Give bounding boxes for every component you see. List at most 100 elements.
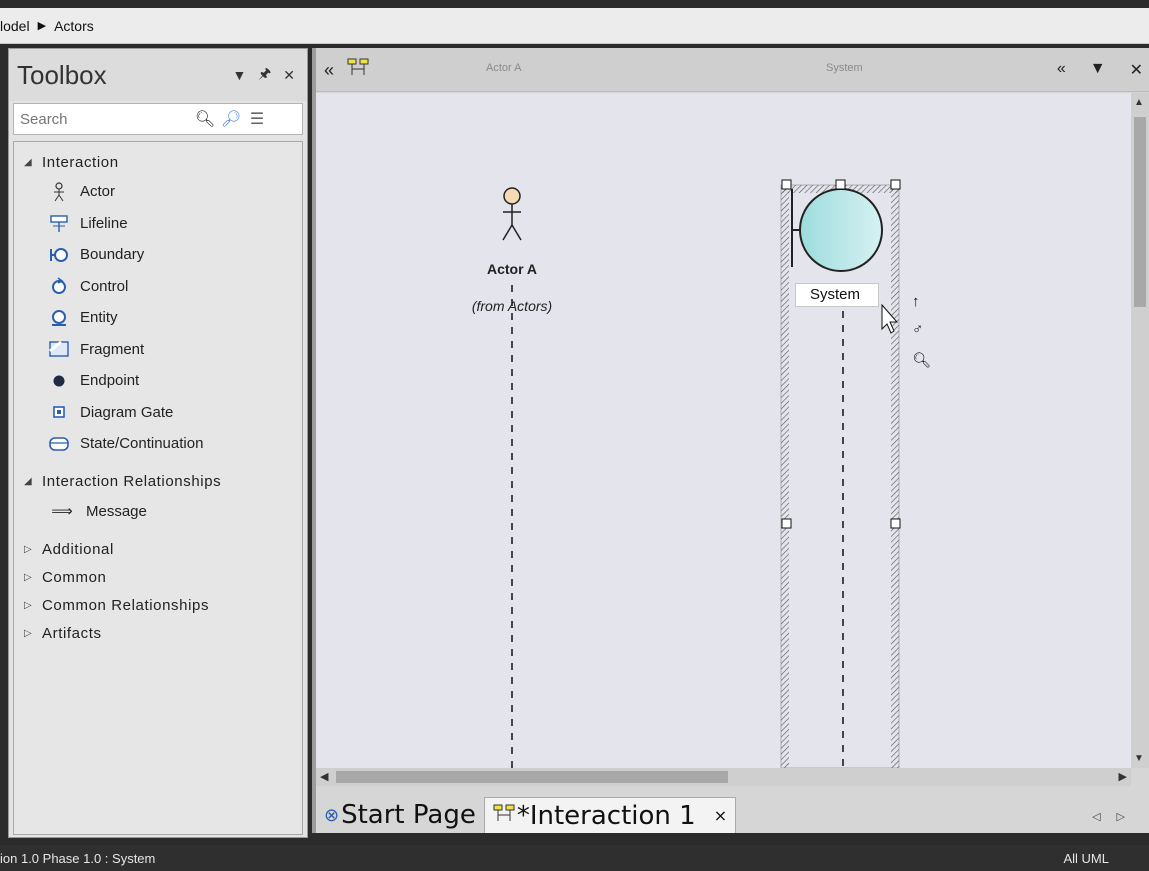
expanded-triangle-icon: ◢ bbox=[24, 476, 33, 487]
tool-entity[interactable]: Entity bbox=[14, 302, 302, 334]
tool-endpoint[interactable]: Endpoint bbox=[14, 365, 302, 397]
toolbox-search: 🔍︎ 🔎︎ ☰ bbox=[13, 103, 303, 135]
quick-linker-control-icon[interactable]: ♂ bbox=[912, 321, 923, 338]
close-icon[interactable]: ✕ bbox=[283, 67, 295, 84]
scroll-left-icon[interactable]: ◀ bbox=[320, 770, 328, 783]
dropdown-icon[interactable]: ▼ bbox=[232, 67, 246, 83]
scroll-right-icon[interactable]: ▶ bbox=[1119, 770, 1127, 783]
expanded-triangle-icon: ◢ bbox=[24, 156, 33, 168]
tool-label: Diagram Gate bbox=[80, 403, 174, 421]
interaction-diagram-icon bbox=[347, 58, 369, 80]
tool-actor[interactable]: Actor bbox=[14, 176, 302, 208]
tool-label: Actor bbox=[80, 183, 116, 201]
zoom-icon[interactable]: 🔍︎ bbox=[912, 351, 931, 369]
scroll-down-icon[interactable]: ▼ bbox=[1134, 753, 1144, 764]
group-additional[interactable]: ▷ Additional bbox=[14, 535, 302, 563]
tool-message[interactable]: ⟹ Message bbox=[14, 496, 302, 528]
horizontal-scroll-thumb[interactable] bbox=[336, 771, 728, 783]
tool-label: Entity bbox=[80, 309, 118, 327]
group-label: Interaction bbox=[42, 153, 119, 171]
header-lifeline-system: System bbox=[826, 62, 863, 74]
tool-control[interactable]: Control bbox=[14, 271, 302, 303]
tool-label: Endpoint bbox=[80, 372, 140, 390]
diagram-pane: « Actor A System « ▼ ✕ Actor A (from Act… bbox=[312, 48, 1149, 833]
scroll-up-icon[interactable]: ▲ bbox=[1134, 97, 1144, 108]
tool-lifeline[interactable]: Lifeline bbox=[14, 208, 302, 240]
group-interaction-relationships[interactable]: ◢ Interaction Relationships bbox=[14, 468, 302, 496]
boundary-icon bbox=[48, 245, 70, 265]
search-input[interactable] bbox=[20, 110, 190, 128]
control-icon bbox=[48, 276, 70, 296]
diagram-gate-icon bbox=[48, 402, 70, 422]
close-tab-icon[interactable]: × bbox=[714, 806, 727, 825]
toolbox-list: ◢ Interaction Actor Lifeline Boundary Co… bbox=[13, 141, 303, 835]
state-continuation-icon bbox=[48, 434, 70, 454]
status-left-text: ion 1.0 Phase 1.0 : System bbox=[0, 850, 156, 866]
close-icon[interactable]: ✕ bbox=[1130, 60, 1143, 80]
document-tabs: ⊗ Start Page *Interaction 1 × ◁▷ bbox=[316, 793, 1149, 833]
group-label: Additional bbox=[42, 540, 114, 558]
horizontal-scrollbar[interactable]: ◀ ▶ bbox=[316, 768, 1131, 786]
tool-label: Fragment bbox=[80, 340, 145, 358]
tab-label: *Interaction 1 bbox=[516, 800, 696, 831]
collapsed-triangle-icon: ▷ bbox=[24, 571, 33, 583]
header-right-controls: « ▼ ✕ bbox=[1057, 60, 1143, 80]
group-label: Common Relationships bbox=[42, 596, 210, 614]
breadcrumb-actors[interactable]: Actors bbox=[54, 18, 94, 34]
endpoint-icon bbox=[48, 371, 70, 391]
toolbox-panel: Toolbox ▼ 🖈 ✕ 🔍︎ 🔎︎ ☰ ◢ Interaction Acto… bbox=[8, 48, 308, 838]
toolbox-header: Toolbox ▼ 🖈 ✕ bbox=[9, 49, 307, 101]
diagram-canvas[interactable]: Actor A (from Actors) System ↑ ♂ 🔍︎ bbox=[316, 93, 1131, 768]
status-bar: ion 1.0 Phase 1.0 : System All UML bbox=[0, 845, 1149, 871]
top-strip bbox=[0, 0, 1149, 8]
actor-icon bbox=[48, 182, 70, 202]
group-common-relationships[interactable]: ▷ Common Relationships bbox=[14, 591, 302, 619]
tool-boundary[interactable]: Boundary bbox=[14, 239, 302, 271]
tool-label: Lifeline bbox=[80, 214, 128, 232]
search-icon[interactable]: 🔍︎ bbox=[194, 109, 216, 129]
collapse-right-icon[interactable]: « bbox=[1057, 60, 1066, 80]
header-lifeline-actor: Actor A bbox=[486, 62, 522, 74]
tool-diagram-gate[interactable]: Diagram Gate bbox=[14, 397, 302, 429]
tool-label: State/Continuation bbox=[80, 435, 204, 453]
vertical-scrollbar[interactable]: ▲ ▼ bbox=[1131, 93, 1149, 768]
header-left-controls: « bbox=[324, 58, 369, 81]
selection-frame[interactable] bbox=[780, 184, 900, 768]
dropdown-icon[interactable]: ▼ bbox=[1090, 60, 1106, 80]
entity-icon bbox=[48, 308, 70, 328]
group-interaction[interactable]: ◢ Interaction bbox=[14, 148, 302, 176]
tool-state-continuation[interactable]: State/Continuation bbox=[14, 428, 302, 460]
fragment-icon bbox=[48, 339, 70, 359]
breadcrumb: lodel ▶ Actors bbox=[0, 8, 1149, 44]
tool-label: Message bbox=[86, 502, 147, 520]
system-name-edit-field[interactable]: System bbox=[795, 283, 879, 307]
menu-icon[interactable]: ☰ bbox=[246, 109, 268, 129]
start-page-icon: ⊗ bbox=[324, 804, 340, 826]
group-common[interactable]: ▷ Common bbox=[14, 563, 302, 591]
breadcrumb-model[interactable]: lodel bbox=[0, 18, 30, 34]
vertical-scroll-thumb[interactable] bbox=[1134, 117, 1146, 307]
pin-icon[interactable]: 🖈 bbox=[258, 63, 271, 87]
collapsed-triangle-icon: ▷ bbox=[24, 599, 33, 611]
group-label: Artifacts bbox=[42, 624, 102, 642]
advanced-search-icon[interactable]: 🔎︎ bbox=[220, 109, 242, 129]
toolbox-title: Toolbox bbox=[17, 59, 107, 90]
actor-figure[interactable] bbox=[502, 187, 522, 241]
message-arrow-icon: ⟹ bbox=[51, 503, 73, 521]
tab-start-page[interactable]: ⊗ Start Page bbox=[316, 797, 484, 833]
tab-navigation-arrows-icon[interactable]: ◁▷ bbox=[1092, 810, 1141, 823]
collapse-left-icon[interactable]: « bbox=[324, 60, 334, 80]
group-artifacts[interactable]: ▷ Artifacts bbox=[14, 619, 302, 647]
tool-fragment[interactable]: Fragment bbox=[14, 334, 302, 366]
lifeline-icon bbox=[48, 213, 70, 233]
system-boundary-shape[interactable] bbox=[791, 188, 883, 272]
tab-interaction-1[interactable]: *Interaction 1 × bbox=[483, 797, 737, 833]
quick-linker-arrow-icon[interactable]: ↑ bbox=[912, 293, 920, 310]
collapsed-triangle-icon: ▷ bbox=[24, 543, 33, 555]
tool-label: Boundary bbox=[80, 246, 145, 264]
group-label: Common bbox=[42, 568, 107, 586]
interaction-diagram-icon bbox=[493, 804, 515, 827]
actor-name-label[interactable]: Actor A bbox=[472, 261, 552, 277]
status-right-text: All UML bbox=[1063, 850, 1109, 866]
